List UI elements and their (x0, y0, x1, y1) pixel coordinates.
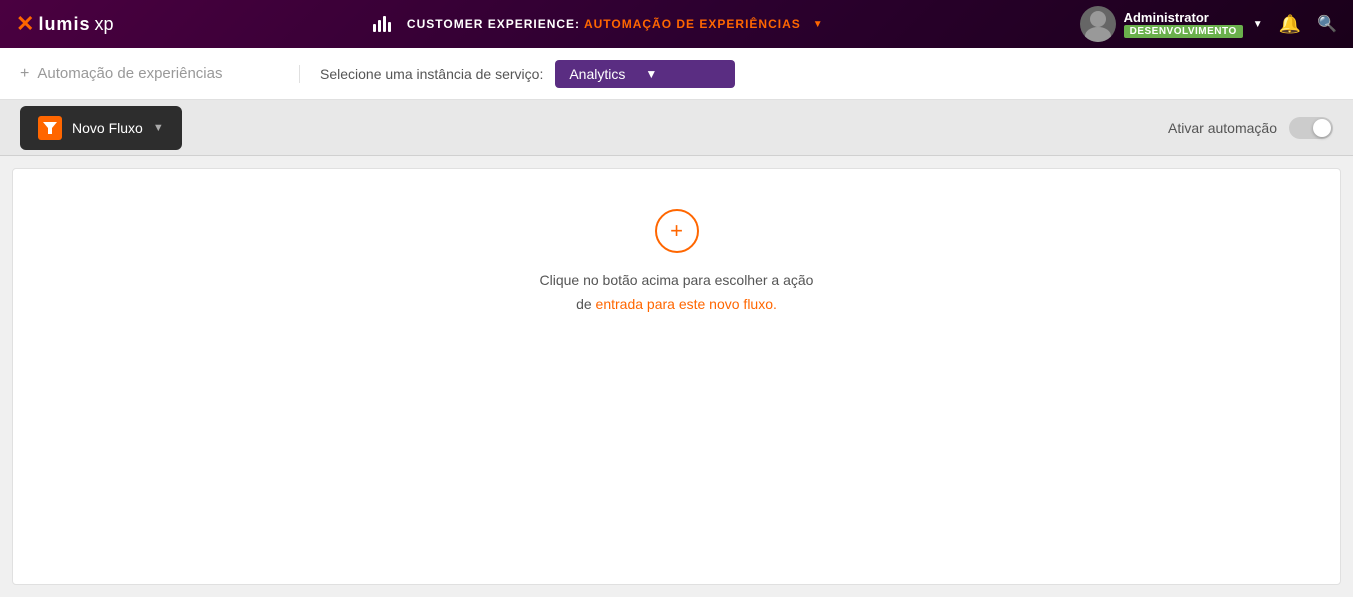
user-dropdown-icon[interactable]: ▼ (1253, 19, 1263, 30)
toggle-knob (1313, 119, 1331, 137)
bar2 (378, 20, 381, 32)
top-navigation: ✕ lumisxp CUSTOMER EXPERIENCE: AUTOMAÇÃO… (0, 0, 1353, 48)
toolbar-left: Novo Fluxo ▼ (20, 106, 182, 150)
breadcrumb-plus-icon: + (20, 65, 29, 83)
sub-header: + Automação de experiências Selecione um… (0, 48, 1353, 100)
canvas-hint-highlight: entrada para este novo fluxo. (596, 296, 777, 312)
filter-icon (38, 116, 62, 140)
service-select-section: Selecione uma instância de serviço: Anal… (320, 60, 1333, 88)
bar3 (383, 16, 386, 32)
add-action-button[interactable]: + (655, 209, 699, 253)
breadcrumb-text: Automação de experiências (37, 65, 222, 82)
notification-icon[interactable]: 🔔 (1279, 14, 1301, 35)
nav-bars-icon (373, 16, 391, 32)
service-dropdown-arrow-icon: ▼ (645, 67, 657, 81)
user-info: Administrator DESENVOLVIMENTO (1124, 10, 1243, 38)
toolbar-right: Ativar automação (1168, 117, 1333, 139)
search-icon[interactable]: 🔍 (1317, 14, 1337, 34)
nav-title: CUSTOMER EXPERIENCE: AUTOMAÇÃO DE EXPERI… (407, 17, 801, 31)
new-flow-button[interactable]: Novo Fluxo ▼ (20, 106, 182, 150)
bar4 (388, 22, 391, 32)
main-canvas: + Clique no botão acima para escolher a … (12, 168, 1341, 585)
nav-center: CUSTOMER EXPERIENCE: AUTOMAÇÃO DE EXPERI… (132, 16, 1064, 32)
funnel-icon (43, 121, 57, 135)
activate-toggle[interactable] (1289, 117, 1333, 139)
logo-xp-text: xp (94, 14, 113, 35)
toolbar: Novo Fluxo ▼ Ativar automação (0, 100, 1353, 156)
activate-label: Ativar automação (1168, 120, 1277, 136)
nav-title-static: CUSTOMER EXPERIENCE: (407, 17, 580, 31)
logo-lumis-text: lumis (38, 14, 90, 35)
user-avatar (1080, 6, 1116, 42)
new-flow-label: Novo Fluxo (72, 120, 143, 136)
avatar-icon (1080, 6, 1116, 42)
service-select-label: Selecione uma instância de serviço: (320, 66, 543, 82)
user-name: Administrator (1124, 10, 1243, 25)
canvas-hint-line2: de entrada para este novo fluxo. (540, 293, 814, 317)
nav-dropdown-icon[interactable]: ▼ (813, 19, 823, 30)
user-role-badge: DESENVOLVIMENTO (1124, 25, 1243, 38)
user-section[interactable]: Administrator DESENVOLVIMENTO ▼ (1080, 6, 1263, 42)
logo[interactable]: ✕ lumisxp (16, 11, 116, 37)
canvas-hint: Clique no botão acima para escolher a aç… (540, 269, 814, 317)
service-dropdown[interactable]: Analytics ▼ (555, 60, 735, 88)
new-flow-dropdown-icon: ▼ (153, 122, 164, 134)
nav-title-highlight: AUTOMAÇÃO DE EXPERIÊNCIAS (584, 17, 801, 31)
bar1 (373, 24, 376, 32)
logo-x-icon: ✕ (16, 11, 34, 37)
add-icon: + (670, 218, 683, 244)
service-dropdown-value: Analytics (569, 66, 625, 82)
breadcrumb-section: + Automação de experiências (20, 65, 300, 83)
nav-right: Administrator DESENVOLVIMENTO ▼ 🔔 🔍 (1080, 6, 1337, 42)
canvas-hint-line1: Clique no botão acima para escolher a aç… (540, 269, 814, 293)
